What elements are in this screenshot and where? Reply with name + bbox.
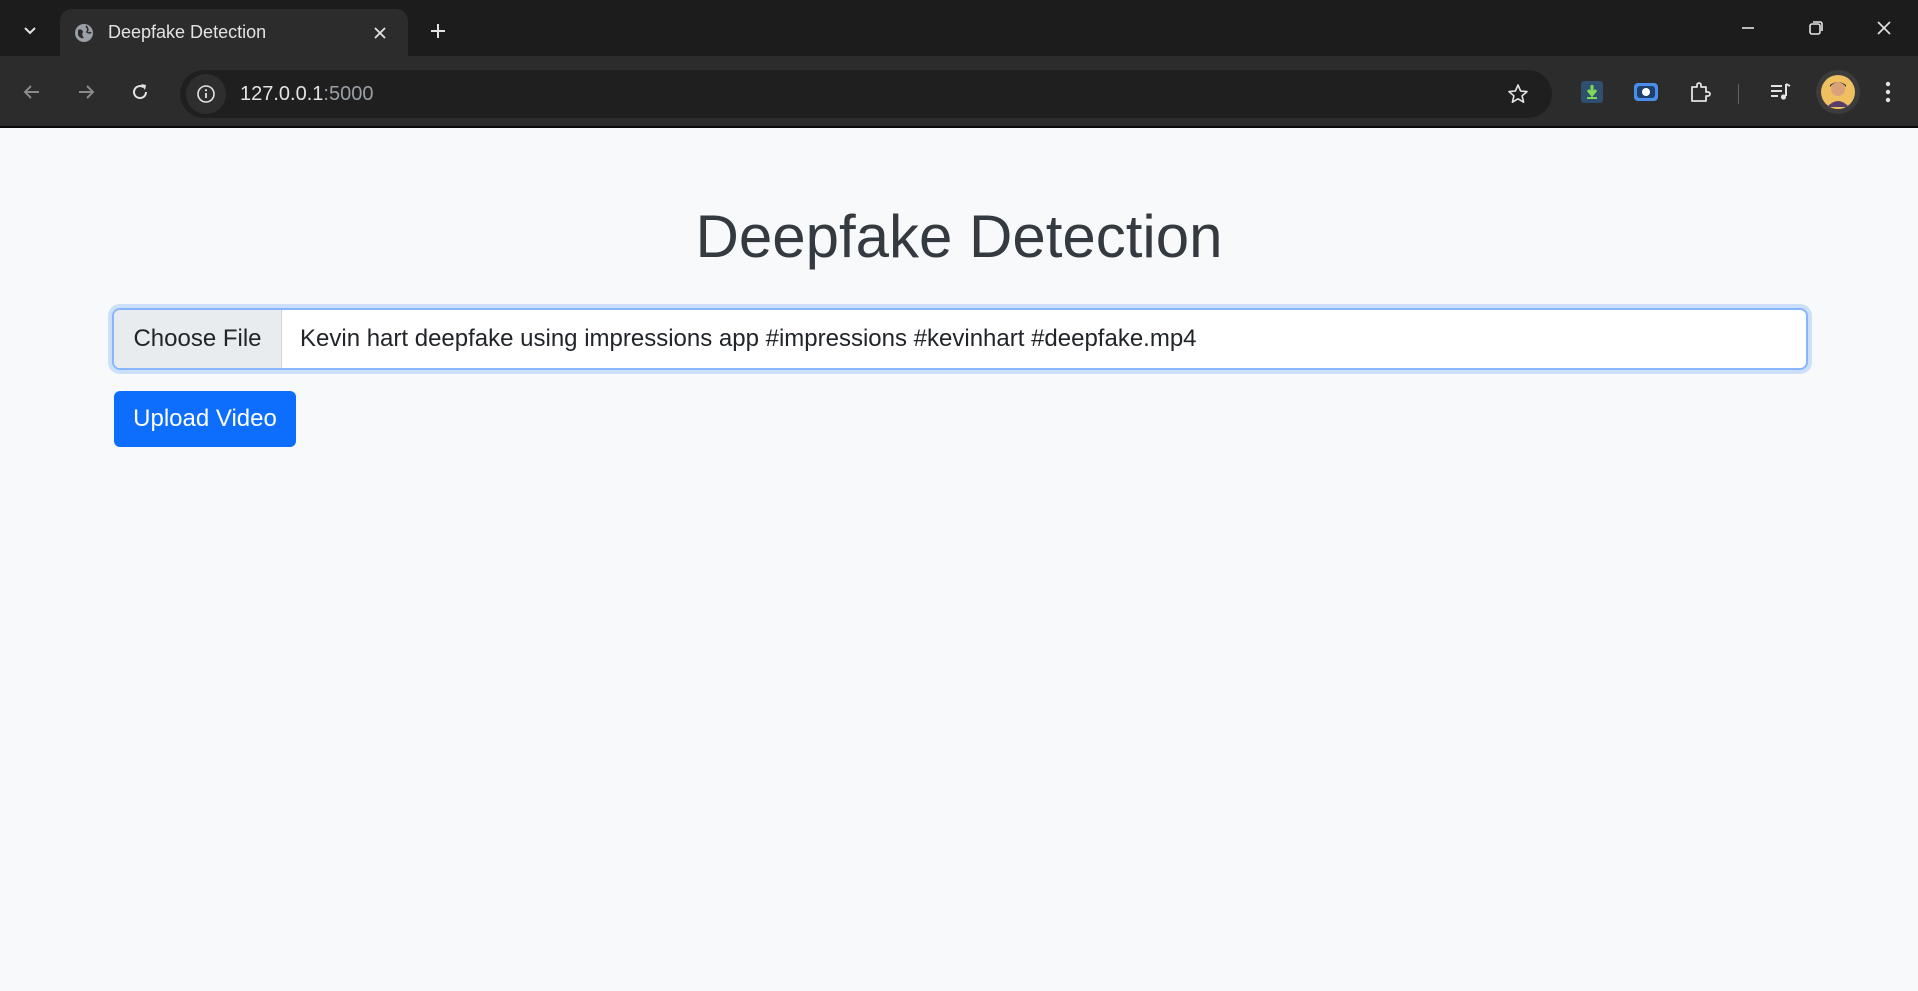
restore-button[interactable] bbox=[1790, 8, 1842, 48]
info-icon bbox=[197, 85, 215, 103]
avatar[interactable] bbox=[1816, 70, 1860, 114]
plus-icon bbox=[431, 24, 445, 38]
screen-capture-extension-button[interactable] bbox=[1628, 74, 1664, 110]
extensions-button[interactable] bbox=[1682, 74, 1718, 110]
page-content: Deepfake Detection Choose File Kevin har… bbox=[0, 130, 1918, 991]
kebab-menu-icon bbox=[1885, 81, 1891, 103]
profile-avatar-icon bbox=[1821, 75, 1855, 109]
download-extension-icon bbox=[1581, 81, 1603, 103]
puzzle-icon bbox=[1691, 82, 1711, 102]
star-icon bbox=[1508, 84, 1528, 103]
media-queue-button[interactable] bbox=[1762, 74, 1798, 110]
close-icon bbox=[1877, 21, 1891, 35]
tab-title: Deepfake Detection bbox=[108, 22, 267, 42]
close-window-button[interactable] bbox=[1858, 8, 1910, 48]
page-title: Deepfake Detection bbox=[695, 203, 1223, 270]
tab-close-button[interactable] bbox=[364, 17, 396, 49]
globe-icon bbox=[72, 21, 96, 45]
url-text[interactable]: 127.0.0.1:5000 bbox=[240, 83, 1498, 106]
video-file-input[interactable]: Choose File Kevin hart deepfake using im… bbox=[112, 308, 1808, 370]
bookmark-button[interactable] bbox=[1498, 74, 1538, 114]
restore-icon bbox=[1809, 21, 1823, 35]
selected-file-name: Kevin hart deepfake using impressions ap… bbox=[300, 325, 1197, 352]
tab-search-button[interactable] bbox=[12, 14, 48, 46]
new-tab-button[interactable] bbox=[420, 13, 456, 49]
url-port: :5000 bbox=[323, 82, 374, 105]
media-queue-icon bbox=[1771, 83, 1791, 100]
screen-capture-extension-icon bbox=[1634, 83, 1658, 101]
toolbar-separator bbox=[1738, 84, 1739, 104]
upload-video-button[interactable]: Upload Video bbox=[114, 391, 296, 447]
choose-file-button[interactable]: Choose File bbox=[114, 310, 282, 368]
arrow-left-icon bbox=[23, 85, 39, 99]
minimize-button[interactable] bbox=[1722, 8, 1774, 48]
minimize-icon bbox=[1742, 27, 1754, 29]
site-info-button[interactable] bbox=[186, 74, 226, 114]
browser-toolbar: 127.0.0.1:5000 bbox=[0, 56, 1918, 128]
reload-icon bbox=[133, 84, 148, 100]
browser-tab[interactable]: Deepfake Detection bbox=[60, 9, 408, 56]
chevron-down-icon bbox=[24, 27, 36, 35]
close-icon bbox=[374, 26, 386, 39]
browser-tabstrip: Deepfake Detection bbox=[0, 0, 1918, 56]
download-extension-button[interactable] bbox=[1574, 74, 1610, 110]
back-button[interactable] bbox=[14, 74, 50, 110]
arrow-right-icon bbox=[79, 85, 95, 99]
address-bar[interactable]: 127.0.0.1:5000 bbox=[180, 70, 1552, 118]
forward-button[interactable] bbox=[68, 74, 104, 110]
browser-menu-button[interactable] bbox=[1870, 74, 1906, 110]
reload-button[interactable] bbox=[122, 74, 158, 110]
url-host: 127.0.0.1 bbox=[240, 82, 324, 105]
